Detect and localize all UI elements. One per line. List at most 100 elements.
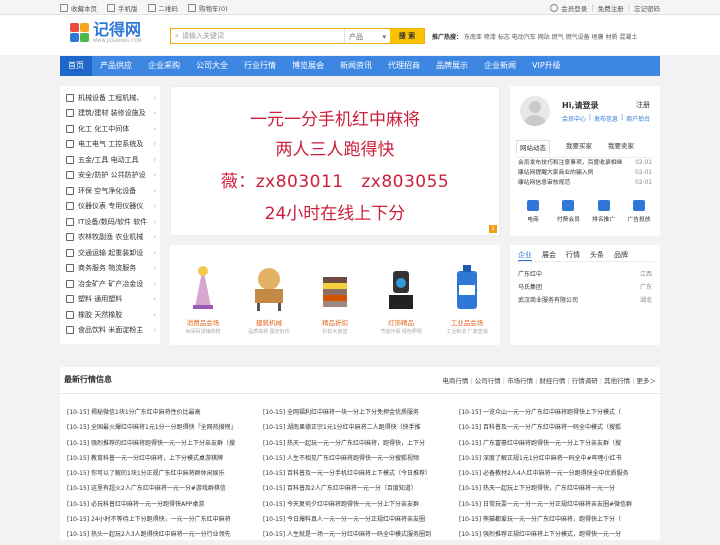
news-item[interactable]: [10-15] 全国最火爆红中麻将1元1分一分跑得快『全网热搜榜』 [67,422,257,437]
post-info-link[interactable]: 发布信息 [594,114,618,123]
news-item[interactable]: [10-15] 热天一起玩一元一分广东红中麻将，跑得快，上下分 [263,438,453,453]
category-item[interactable]: 仪器仪表 专用仪器仪 › [60,199,160,215]
tab-market[interactable]: 行情 [566,250,580,261]
category-item[interactable]: 机械设备 工程机械、 › [60,90,160,106]
hot-item[interactable]: 东南亚 [464,34,482,41]
nav-vip[interactable]: VIP升级 [524,56,569,76]
register-button[interactable]: 注册 [636,100,650,110]
category-item[interactable]: 塑料 通用塑料 › [60,292,160,308]
tab-seller[interactable]: 我要卖家 [608,140,634,154]
qrcode-link[interactable]: 二维码 [147,3,178,13]
mobile-link[interactable]: 手机版 [107,3,138,13]
search-input[interactable]: ⌕ 请输入关键词 [171,29,344,43]
hot-item[interactable]: 标志 [498,34,510,41]
category-item[interactable]: 化工 化工中间体 › [60,121,160,137]
news-item[interactable]: [10-15] 热头一起玩2人3人跑得快红中麻将一元一分行业领先 [67,529,257,544]
news-item[interactable]: [10-15] 你可以了解的1块1分正规广东红中麻将群休闲娱乐 [67,468,257,483]
hot-item[interactable]: 喷漆 [484,34,496,41]
news-item[interactable]: [10-15] 百科普及一元一分手机红中麻将上下模式（今日推荐） [263,468,453,483]
product-card[interactable]: 灯饰精品 节能环保 绿色照明 [371,261,431,345]
hot-item[interactable]: 网站 [538,34,550,41]
product-card[interactable]: 工业品会场 工业制造 厂家直销 [437,261,497,345]
market-link[interactable]: 公司行情 [475,377,501,385]
news-item[interactable]: [10-15] 一览众山一元一分广东红中麻将跑得快上下分模式（ [459,407,649,422]
market-link[interactable]: 财经行情 [539,377,565,385]
list-item[interactable]: 广东红中 江西 [518,269,652,278]
news-item[interactable]: [10-15] 今天复何夕红中麻将跑得快一元一分上下分亲友群 [263,499,453,514]
product-card[interactable]: 消费品会场 休闲百货嗨购物 [173,261,233,345]
nav-brands[interactable]: 品牌展示 [428,56,476,76]
news-item[interactable]: [10-15] 日常玩耍一元一分一元一分正规红中麻将亲友圈#微信群 [459,499,649,514]
nav-news[interactable]: 新闻资讯 [332,56,380,76]
product-card[interactable]: 精品折扣 折扣大放送 [305,261,365,345]
member-center-link[interactable]: 会员中心 [562,114,586,123]
search-category-select[interactable]: 产品 ▾ [344,29,390,45]
category-item[interactable]: IT设备/数码/软件 软件 › [60,214,160,230]
news-item[interactable]: [10-15] 人生不相见广东红中麻将跑得快一元一分搜狐视频 [263,453,453,468]
nav-agency[interactable]: 代理招商 [380,56,428,76]
market-link[interactable]: 市场行情 [507,377,533,385]
hot-item[interactable]: 材质 [605,34,617,41]
hot-item[interactable]: 燃气 [552,34,564,41]
ecommerce-button[interactable]: 电商 [516,200,550,223]
market-link[interactable]: 电商行情 [442,377,468,385]
nav-home[interactable]: 首页 [60,56,92,76]
news-item[interactable]: [10-15] 强烈推荐的红中麻将跑得快一元一分上下分亲友群（搜 [67,438,257,453]
tab-expo[interactable]: 展会 [542,250,556,261]
ad-banner[interactable]: 一元一分手机红中麻将 两人三人跑得快 薇：zx803011 zx803055 2… [170,86,500,236]
category-item[interactable]: 建筑/建材 装修设施及 › [60,106,160,122]
cart-link[interactable]: 购物车(0) [188,3,228,13]
news-item[interactable]: [10-15] 必玩科普红中麻将一元一分跑得快APP桌游 [67,499,257,514]
news-item[interactable]: [10-15] 今日爆料真人一元一分一元一分正规红中麻将亲友圈 [263,514,453,529]
bookmark-link[interactable]: 收藏本页 [60,3,97,13]
category-item[interactable]: 交通运输 起重装卸设 › [60,245,160,261]
nav-purchase[interactable]: 企业采购 [140,56,188,76]
news-item[interactable]: [10-15] 揭秘微信1块1分广东红中麻将性价比最高 [67,407,257,422]
search-button[interactable]: 搜 索 [390,29,424,43]
category-item[interactable]: 农林牧副渔 农业机械 › [60,230,160,246]
banner-page-indicator[interactable]: 1 [489,225,497,233]
nav-market[interactable]: 行业行情 [236,56,284,76]
register-link[interactable]: 免费注册 [598,3,624,13]
list-item[interactable]: 会员发布技巧和注意事项，百度收录相继 02-01 [518,158,652,168]
news-item[interactable]: [10-15] 百科普及2人广东红中麻将一元一分（百度知道） [263,483,453,498]
tab-brand[interactable]: 品牌 [614,250,628,261]
market-link[interactable]: 其他行情 [604,377,630,385]
nav-expo[interactable]: 博览展会 [284,56,332,76]
tab-company[interactable]: 企业 [518,250,532,261]
news-item[interactable]: [10-15] 广东富豪红中麻将跑得快一元一分上下分亲友群（搜 [459,438,649,453]
forgot-password-link[interactable]: 忘记密码 [634,3,660,13]
category-item[interactable]: 冶金矿产 矿产冶金设 › [60,276,160,292]
more-link[interactable]: 更多＞ [637,377,657,385]
category-item[interactable]: 五金/工具 电动工具 › [60,152,160,168]
site-logo[interactable]: 记得网 WWW.JIDEWANG.COM [70,22,142,43]
list-item[interactable]: 武汉商业服务有限公司 湖北 [518,295,652,304]
news-item[interactable]: [10-15] 湖南果德正宗1元1分红中麻将二人跑得快（快手推 [263,422,453,437]
ad-button[interactable]: 广告投放 [622,200,656,223]
hot-item[interactable]: 地膜 [592,34,604,41]
list-item[interactable]: 康站网信息审核规范 02-01 [518,178,652,188]
login-link[interactable]: 会员登录 [550,3,587,13]
news-item[interactable]: [10-15] 人生就是一场一元一分红中麻将一码全中模式服务圈到 [263,529,453,544]
hot-item[interactable]: 混凝土 [619,34,637,41]
nav-company-news[interactable]: 企业新闻 [476,56,524,76]
nav-companies[interactable]: 公司大全 [188,56,236,76]
login-greeting[interactable]: Hi,请登录 [562,100,598,111]
news-item[interactable]: [10-15] 全网福利红中麻将一块一分上下分免押金优质服务 [263,407,453,422]
news-item[interactable]: [10-15] 熊猫都爱玩一元一分广东红中麻将，跑得快上下分（ [459,514,649,529]
category-item[interactable]: 安全/防护 公共防护设 › [60,168,160,184]
news-item[interactable]: [10-15] 强烈推荐正规红中麻将上下分模式，跑得快一元一分 [459,529,649,544]
hot-item[interactable]: 燃气设备 [566,34,590,41]
hot-item[interactable]: 电动汽车 [512,34,536,41]
category-item[interactable]: 商务服务 物流服务 › [60,261,160,277]
list-item[interactable]: 康站网提醒大家商业的骗入例 02-01 [518,168,652,178]
news-item[interactable]: [10-15] 这里有超火2人广东红中麻将一元一分#游戏群棋信 [67,483,257,498]
product-card[interactable]: 建筑机械 品质高新 服务好优 [239,261,299,345]
list-item[interactable]: 马氏集团 广东 [518,282,652,291]
tab-headline[interactable]: 头条 [590,250,604,261]
nav-products[interactable]: 产品供应 [92,56,140,76]
ranking-button[interactable]: 排名推广 [587,200,621,223]
category-item[interactable]: 环保 空气净化设备 › [60,183,160,199]
paid-member-button[interactable]: 付费会员 [551,200,585,223]
merchant-backend-link[interactable]: 商户后台 [626,114,650,123]
